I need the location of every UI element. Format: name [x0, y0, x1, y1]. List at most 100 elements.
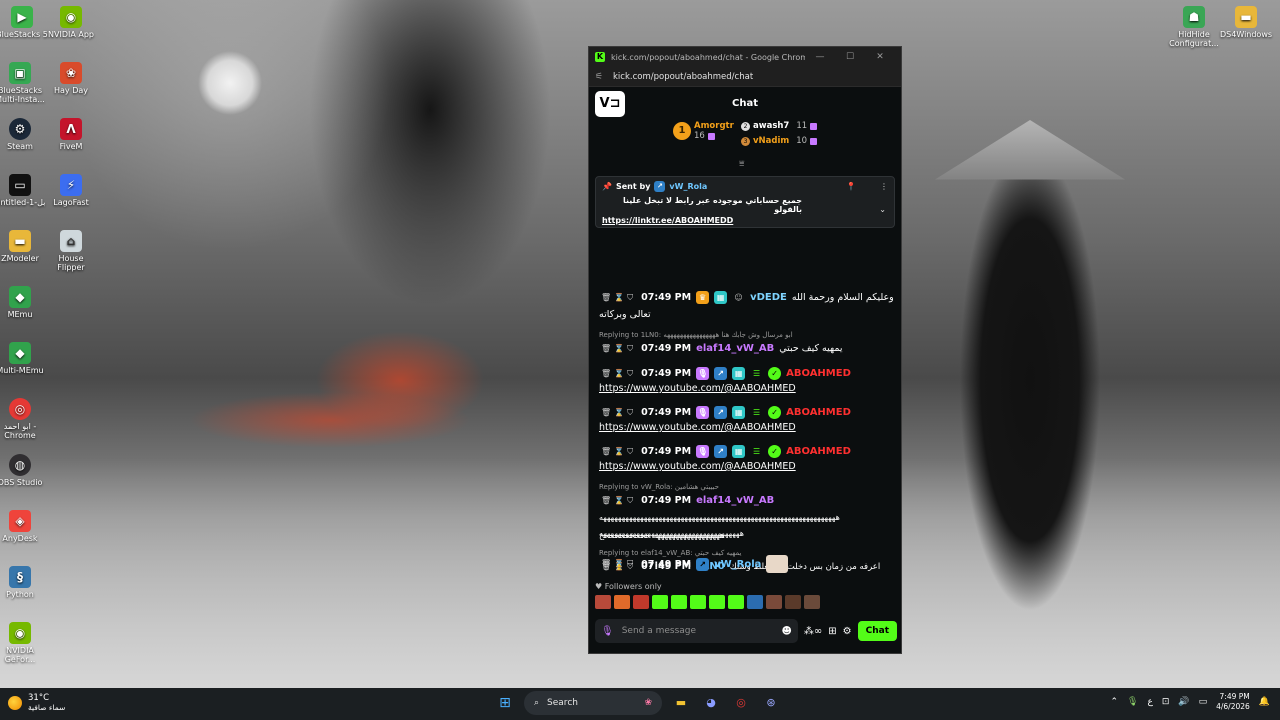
desktop-icon-untitled[interactable]: ▭Untitled-1-بل [0, 174, 46, 207]
message-actions[interactable]: 🗑⌛⛉ [601, 447, 636, 457]
windows-start-icon[interactable]: ⊞ [494, 692, 516, 714]
message-actions[interactable]: 🗑⌛⛉ [601, 344, 636, 354]
clock[interactable]: 7:49 PM 4/6/2026 [1216, 692, 1250, 712]
chat-message[interactable]: 🗑⌛⛉ 07:49 PM 🎙 ↗ ▦ ☰ ✓ ABOAHMED [601, 367, 895, 380]
chat-message[interactable]: 🗑⌛⛉ 07:49 PM 1LN0 اعرفه من زمان بس دخلت … [601, 561, 895, 572]
desktop-icon-multi-memu[interactable]: ◆ Multi-MEmu [0, 342, 46, 375]
message-actions[interactable]: 🗑⌛⛉ [601, 369, 636, 379]
message-link[interactable]: https://www.youtube.com/@AABOAHMED [599, 422, 893, 433]
message-actions[interactable]: 🗑⌛⛉ [601, 496, 636, 506]
chevron-up-icon[interactable]: ⌃ [1110, 697, 1118, 707]
reply-context[interactable]: Replying to 1LN0: ابو مرسال وش جابك هنا … [599, 331, 793, 339]
subscriber-badge-icon: ▦ [732, 367, 746, 380]
message-username[interactable]: ABOAHMED [786, 407, 851, 418]
emote-button[interactable] [785, 595, 801, 609]
settings-gear-icon[interactable]: ⚙ [843, 626, 852, 637]
desktop-icon-obs[interactable]: ◍ OBS Studio [0, 454, 46, 487]
pinned-username[interactable]: vW_Rola [669, 182, 707, 191]
leaderboard-entry-3[interactable]: 3 vNadim 10 [741, 136, 818, 146]
emote-button[interactable] [633, 595, 649, 609]
message-actions[interactable]: 🗑⌛⛉ [601, 293, 636, 303]
send-message-input[interactable]: 🎙 Send a message ☻ [595, 619, 798, 643]
desktop-icon-bluestacks-multi[interactable]: ▣ BlueStacks Multi-Insta... [0, 62, 46, 104]
close-icon[interactable]: ✕ [865, 52, 895, 62]
rank-2-medal-icon: 2 [741, 121, 750, 131]
chat-message[interactable]: 🗑⌛⛉ 07:49 PM 🎙 ↗ ▦ ☰ ✓ ABOAHMED [601, 445, 895, 458]
message-actions[interactable]: 🗑⌛⛉ [601, 408, 636, 418]
language-indicator[interactable]: ع [1147, 697, 1152, 707]
desktop-icon-anydesk[interactable]: ◈ AnyDesk [0, 510, 46, 543]
message-link[interactable]: https://www.youtube.com/@AABOAHMED [599, 383, 893, 394]
desktop-icon-nvidia-geforce[interactable]: ◉ NVIDIA GeFor... [0, 622, 46, 664]
emote-button[interactable] [595, 595, 611, 609]
chat-message[interactable]: 🗑⌛⛉ 07:49 PM elaf14_vW_AB يمهيه كيف حبتي [601, 343, 895, 354]
emote-button[interactable] [652, 595, 668, 609]
desktop-icon-python[interactable]: § Python [0, 566, 46, 599]
pinned-link[interactable]: https://linktr.ee/ABOAHMEDD [602, 216, 888, 225]
site-settings-icon[interactable]: ⚟ [595, 72, 607, 82]
maximize-icon[interactable]: ☐ [835, 52, 865, 62]
send-chat-button[interactable]: Chat [857, 621, 897, 641]
mic-tray-icon[interactable]: 🎙 [1127, 697, 1138, 707]
emote-button[interactable] [614, 595, 630, 609]
desktop-icon-hidhide[interactable]: ☗ HidHide Configurat... [1168, 6, 1220, 48]
minimize-icon[interactable]: — [805, 52, 835, 62]
emote-button[interactable] [766, 595, 782, 609]
chrome-taskbar-icon[interactable]: ◎ [730, 692, 752, 714]
chat-message[interactable]: 🗑⌛⛉ 07:49 PM ♛ ▦ ☺ vDEDE وعليكم السلام و… [601, 291, 895, 304]
gift-icon [707, 132, 715, 140]
notification-bell-icon[interactable]: 🔔 [1259, 697, 1270, 707]
channel-avatar-button[interactable]: V⊐ [595, 91, 625, 117]
weather-widget[interactable]: 31°C سماء صافية [8, 693, 65, 712]
desktop-icon-steam[interactable]: ⚙ Steam [0, 118, 46, 151]
gift-icon[interactable]: ⊞ [828, 626, 836, 637]
desktop-icon-hay-day[interactable]: ❀ Hay Day [45, 62, 97, 95]
emote-button[interactable] [671, 595, 687, 609]
emote-button[interactable] [804, 595, 820, 609]
message-username[interactable]: ABOAHMED [786, 368, 851, 379]
desktop-icon-memu[interactable]: ◆ MEmu [0, 286, 46, 319]
discord-icon[interactable]: ◕ [700, 692, 722, 714]
reply-context[interactable]: Replying to elaf14_vW_AB: يمهيه كيف حبتي [599, 549, 741, 557]
message-username[interactable]: ABOAHMED [786, 446, 851, 457]
more-options-icon[interactable]: ⋮ [880, 182, 888, 191]
message-actions[interactable]: 🗑⌛⛉ [601, 562, 636, 572]
kicks-icon[interactable]: ⁂∞ [804, 626, 822, 637]
unpin-icon[interactable]: 📍 [846, 182, 856, 191]
desktop-icon-lagofast[interactable]: ⚡ LagoFast [45, 174, 97, 207]
chevron-down-icon[interactable]: ⌄ [879, 205, 886, 214]
reply-context[interactable]: Replying to vW_Rola: حبيبتي هشامين [599, 483, 719, 491]
desktop-icon-house-flipper[interactable]: ⌂ House Flipper [45, 230, 97, 272]
pinned-message[interactable]: 📌 Sent by ↗ vW_Rola 📍 ⋮ جميع حساباتي موج… [595, 176, 895, 228]
taskbar-search[interactable]: ⌕ Search ❀ [524, 691, 662, 715]
emote-button[interactable] [690, 595, 706, 609]
message-username[interactable]: vDEDE [750, 292, 787, 303]
window-titlebar[interactable]: K kick.com/popout/aboahmed/chat - Google… [589, 47, 901, 67]
desktop-icon-ds4windows[interactable]: ▬ DS4Windows [1220, 6, 1272, 39]
address-bar[interactable]: ⚟ kick.com/popout/aboahmed/chat [589, 67, 901, 87]
message-username[interactable]: elaf14_vW_AB [696, 343, 774, 354]
message-username[interactable]: elaf14_vW_AB [696, 495, 774, 506]
gamepad-icon[interactable]: ⊛ [760, 692, 782, 714]
leaderboard-entry-2[interactable]: 2 awash7 11 [741, 121, 818, 131]
emote-button[interactable] [747, 595, 763, 609]
emoji-icon[interactable]: ☻ [781, 626, 791, 637]
leaderboard-entry-1[interactable]: 1 Amorgtr 16 [673, 121, 734, 141]
desktop-icon-bluestacks[interactable]: ▶ BlueStacks 5 [0, 6, 48, 39]
battery-icon[interactable]: ▭ [1199, 697, 1208, 707]
message-username[interactable]: 1LN0 [696, 561, 725, 572]
volume-icon[interactable]: 🔊 [1178, 697, 1189, 707]
mic-icon[interactable]: 🎙 [601, 626, 614, 637]
desktop-icon-fivem[interactable]: Λ FiveM [45, 118, 97, 151]
file-explorer-icon[interactable]: ▬ [670, 692, 692, 714]
desktop-icon-nvidia-app[interactable]: ◉ NVIDIA App [45, 6, 97, 39]
chat-message[interactable]: 🗑⌛⛉ 07:49 PM elaf14_vW_AB [601, 495, 895, 506]
desktop-icon-chrome-profile[interactable]: ◎ ابو احمد - Chrome [0, 398, 46, 440]
collapse-leaderboard-icon[interactable]: ⩸ [739, 159, 744, 169]
network-icon[interactable]: ⊡ [1162, 697, 1170, 707]
desktop-icon-zmodeler[interactable]: ▬ ZModeler [0, 230, 46, 263]
message-link[interactable]: https://www.youtube.com/@AABOAHMED [599, 461, 893, 472]
emote-button[interactable] [728, 595, 744, 609]
emote-button[interactable] [709, 595, 725, 609]
chat-message[interactable]: 🗑⌛⛉ 07:49 PM 🎙 ↗ ▦ ☰ ✓ ABOAHMED [601, 406, 895, 419]
